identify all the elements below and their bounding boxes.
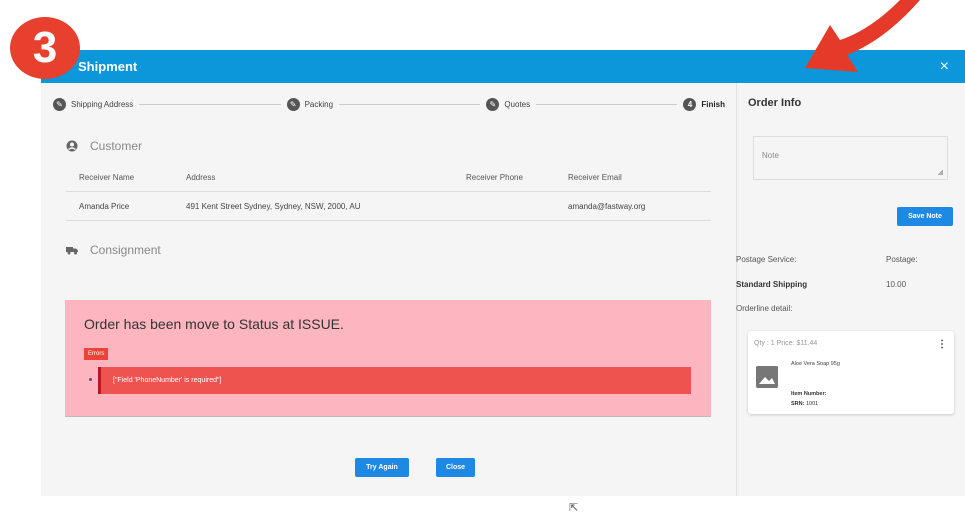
table-row: Amanda Price 491 Kent Street Sydney, Syd… xyxy=(66,192,711,221)
step-label: Shipping Address xyxy=(71,99,134,109)
item-name: Aloe Vera Soap 95g xyxy=(791,361,840,367)
qty-price: Qty : 1 Price: $11.44 xyxy=(754,340,818,347)
order-info-panel: Order Info Note ◢ Save Note Postage Serv… xyxy=(736,83,965,496)
note-placeholder: Note xyxy=(762,151,779,160)
customer-table: Receiver Name Address Receiver Phone Rec… xyxy=(66,163,711,221)
column-header: Receiver Email xyxy=(568,172,622,182)
step-number: 4 xyxy=(683,97,697,111)
srn-line: SRN: 1001 xyxy=(791,401,818,407)
customer-title: Customer xyxy=(90,139,143,153)
postage-service-label: Postage Service: xyxy=(736,255,797,264)
customer-section-title: Customer xyxy=(66,139,142,153)
modal-title: Shipment xyxy=(78,59,138,74)
srn-value: 1001 xyxy=(805,401,819,407)
consignment-title: Consignment xyxy=(90,243,161,257)
main-panel: ✎ Shipping Address ✎ Packing ✎ Quotes 4 … xyxy=(41,83,736,514)
resize-handle-icon[interactable]: ◢ xyxy=(938,168,943,176)
table-header: Receiver Name Address Receiver Phone Rec… xyxy=(66,163,711,192)
postage-label: Postage: xyxy=(886,255,918,264)
bullet-icon xyxy=(89,378,92,381)
postage-value: 10.00 xyxy=(886,280,907,289)
pencil-icon: ✎ xyxy=(53,97,66,111)
pencil-icon: ✎ xyxy=(486,97,500,111)
step-connector xyxy=(139,103,281,105)
orderline-card: Qty : 1 Price: $11.44 ⋮ Aloe Vera Soap 9… xyxy=(748,331,954,414)
account-circle-icon xyxy=(66,140,78,152)
status-alert: Order has been move to Status at ISSUE. … xyxy=(65,300,711,417)
errors-badge: Errors xyxy=(84,348,109,360)
step-finish[interactable]: 4 Finish xyxy=(683,97,725,111)
column-header: Receiver Name xyxy=(79,172,135,182)
stepper: ✎ Shipping Address ✎ Packing ✎ Quotes 4 … xyxy=(53,96,725,112)
orderline-label: Orderline detail: xyxy=(736,304,793,313)
step-label: Quotes xyxy=(504,99,531,109)
step-label: Finish xyxy=(701,99,725,109)
receiver-email: amanda@fastway.org xyxy=(568,201,646,211)
pencil-icon: ✎ xyxy=(286,97,300,111)
image-placeholder-icon xyxy=(756,366,778,388)
more-vert-icon[interactable]: ⋮ xyxy=(937,339,947,350)
shipment-modal: Shipment × ✎ Shipping Address ✎ Packing … xyxy=(41,50,965,514)
try-again-button[interactable]: Try Again xyxy=(355,458,409,477)
item-number-label: Item Number: xyxy=(791,391,827,397)
truck-icon xyxy=(66,247,78,255)
step-quotes[interactable]: ✎ Quotes xyxy=(486,97,531,111)
step-connector xyxy=(339,103,481,105)
step-packing[interactable]: ✎ Packing xyxy=(286,97,334,111)
step-number-badge: 3 xyxy=(10,17,80,79)
error-message: ["Field 'PhoneNumber' is required"] xyxy=(98,367,691,394)
consignment-section-title: Consignment xyxy=(66,243,161,257)
mouse-cursor-icon: ⇱ xyxy=(569,502,579,514)
receiver-address: 491 Kent Street Sydney, Sydney, NSW, 200… xyxy=(186,201,361,211)
step-connector xyxy=(536,103,678,105)
column-header: Receiver Phone xyxy=(466,172,523,182)
note-textarea[interactable]: Note ◢ xyxy=(753,136,948,180)
close-button[interactable]: Close xyxy=(436,458,475,477)
status-message: Order has been move to Status at ISSUE. xyxy=(84,316,344,332)
step-shipping-address[interactable]: ✎ Shipping Address xyxy=(53,97,134,111)
order-info-title: Order Info xyxy=(748,97,802,109)
save-note-button[interactable]: Save Note xyxy=(897,207,953,226)
pointer-arrow-icon xyxy=(805,0,920,72)
column-header: Address xyxy=(186,172,216,182)
close-icon[interactable]: × xyxy=(940,58,949,76)
receiver-name: Amanda Price xyxy=(79,201,130,211)
service-value: Standard Shipping xyxy=(736,280,808,289)
step-label: Packing xyxy=(304,99,334,109)
srn-label: SRN: xyxy=(791,401,805,407)
